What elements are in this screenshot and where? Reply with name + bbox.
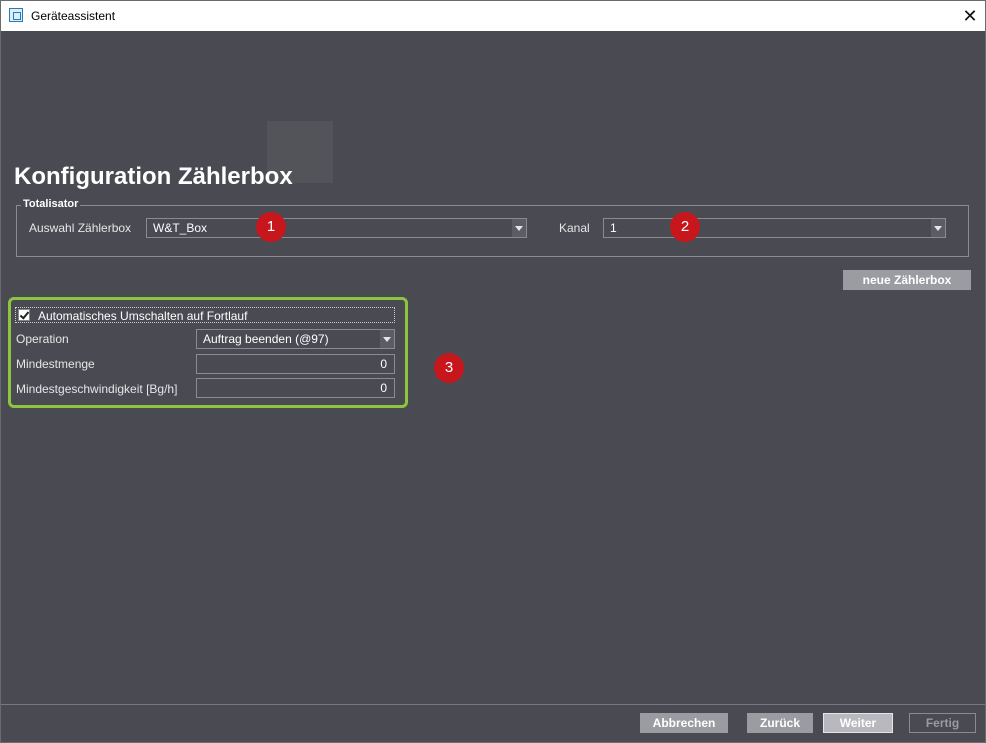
chevron-down-icon[interactable] [931, 219, 945, 237]
wizard-content: Konfiguration Zählerbox Totalisator Ausw… [1, 31, 985, 742]
auswahl-zaehlerbox-select[interactable]: W&T_Box [146, 218, 527, 238]
operation-value: Auftrag beenden (@97) [203, 332, 329, 346]
callout-badge-3: 3 [434, 353, 464, 383]
operation-select[interactable]: Auftrag beenden (@97) [196, 329, 395, 349]
footer-divider [1, 704, 985, 705]
kanal-label: Kanal [559, 221, 590, 235]
app-icon [9, 8, 23, 22]
fortlauf-checkbox-label[interactable]: Automatisches Umschalten auf Fortlauf [38, 309, 247, 323]
kanal-select[interactable]: 1 [603, 218, 946, 238]
close-icon[interactable]: ✕ [955, 1, 985, 31]
back-button[interactable]: Zurück [747, 713, 813, 733]
kanal-value: 1 [610, 221, 617, 235]
mindestgeschwindigkeit-label: Mindestgeschwindigkeit [Bg/h] [16, 382, 178, 396]
cancel-button[interactable]: Abbrechen [640, 713, 728, 733]
mindestmenge-label: Mindestmenge [16, 357, 95, 371]
next-button[interactable]: Weiter [823, 713, 893, 733]
totalisator-legend: Totalisator [21, 198, 81, 210]
new-zaehlerbox-button[interactable]: neue Zählerbox [843, 270, 971, 290]
chevron-down-icon[interactable] [512, 219, 526, 237]
operation-label: Operation [16, 332, 69, 346]
finish-button[interactable]: Fertig [909, 713, 976, 733]
callout-badge-2: 2 [670, 212, 700, 242]
chevron-down-icon[interactable] [380, 330, 394, 348]
mindestmenge-input[interactable]: 0 [196, 354, 395, 374]
mindestgeschwindigkeit-input[interactable]: 0 [196, 378, 395, 398]
wizard-window: Geräteassistent ✕ Konfiguration Zählerbo… [0, 0, 986, 743]
auswahl-zaehlerbox-label: Auswahl Zählerbox [29, 221, 132, 235]
page-title: Konfiguration Zählerbox [14, 163, 293, 190]
title-bar: Geräteassistent ✕ [1, 1, 985, 31]
auswahl-zaehlerbox-value: W&T_Box [153, 221, 208, 235]
fortlauf-checkbox[interactable] [18, 309, 30, 321]
window-title: Geräteassistent [31, 9, 116, 23]
callout-badge-1: 1 [256, 212, 286, 242]
